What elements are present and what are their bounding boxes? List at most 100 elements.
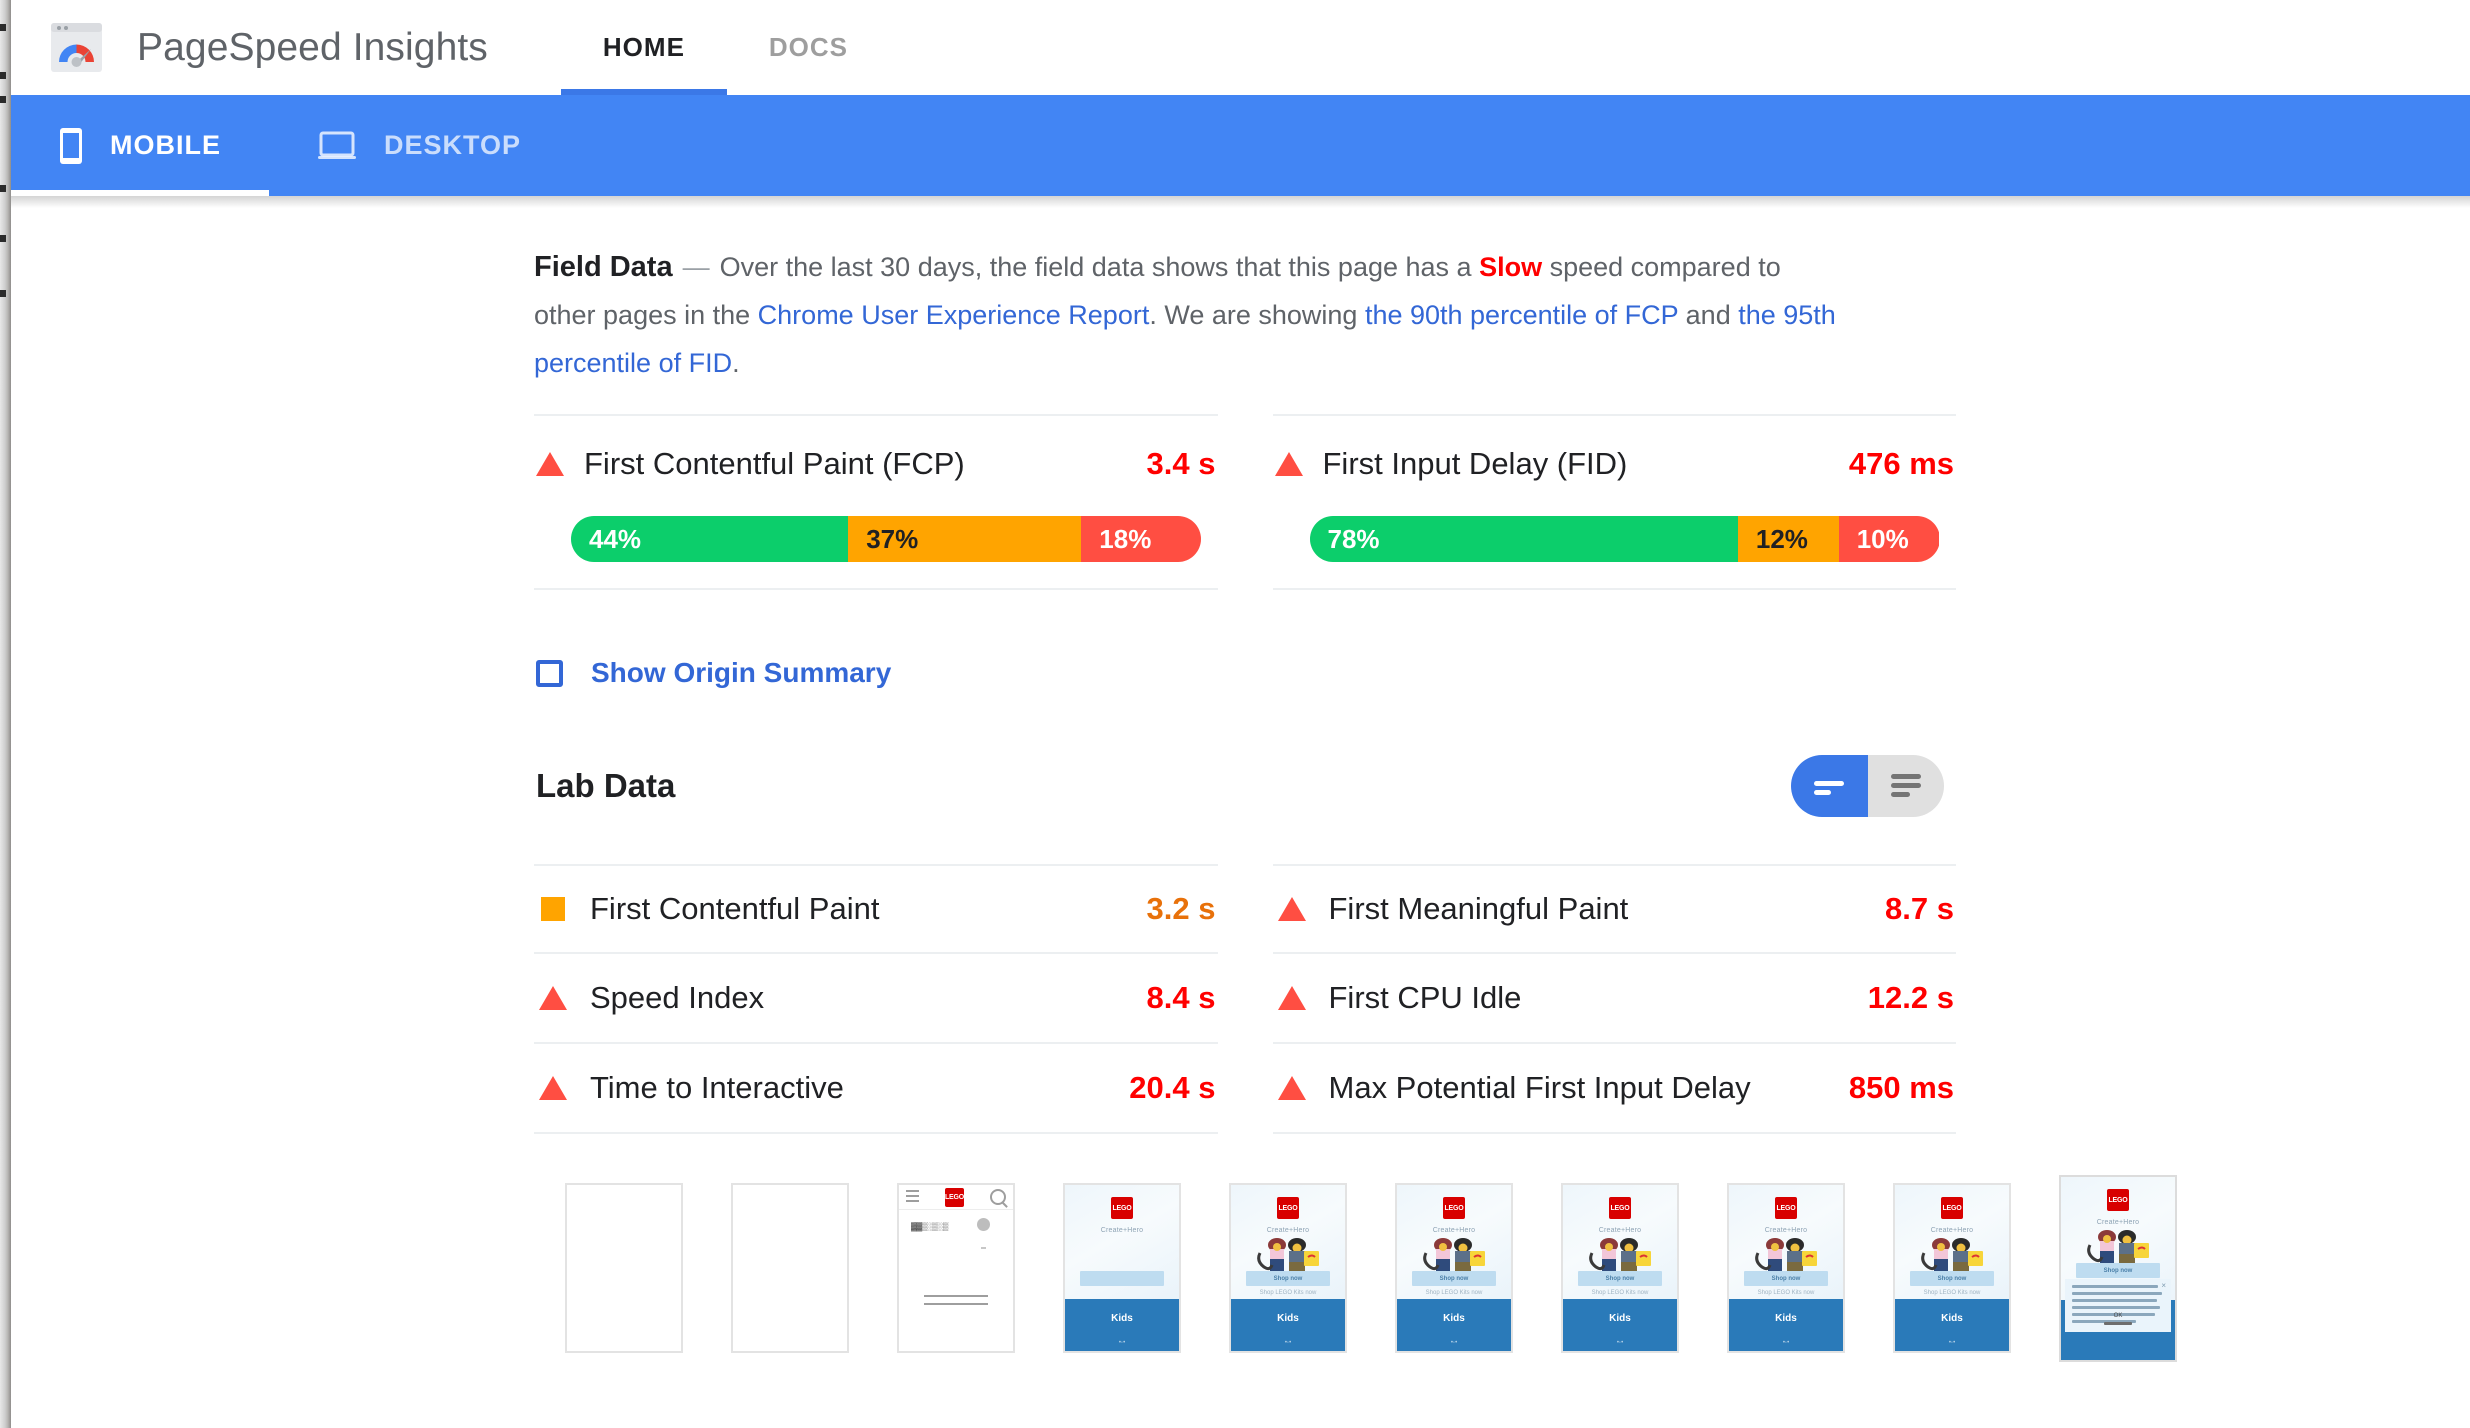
kids-label: Kids <box>1941 1313 1963 1324</box>
lego-logo-icon: LEGO <box>945 1187 964 1207</box>
lego-logo-icon: LEGO <box>1443 1197 1465 1219</box>
link-chrome-ux-report[interactable]: Chrome User Experience Report <box>758 300 1150 330</box>
fid-dist-good: 78% <box>1309 516 1738 562</box>
show-origin-summary-row[interactable]: Show Origin Summary <box>536 657 891 689</box>
laptop-icon <box>317 130 357 162</box>
tab-mobile-label: MOBILE <box>110 130 221 160</box>
warning-triangle-icon <box>536 452 564 476</box>
lab-data-title: Lab Data <box>536 767 676 804</box>
unchecked-checkbox-icon[interactable] <box>536 659 563 687</box>
lab-metric-value: 8.4 s <box>1146 980 1216 1015</box>
fid-dist-average: 12% <box>1737 516 1839 562</box>
filmstrip-frame[interactable]: LEGO Create+Hero <box>1727 1183 1845 1353</box>
fid-distribution-bar: 78% 12% 10% <box>1309 516 1940 562</box>
kids-section: Kids •◦• <box>1729 1299 1843 1351</box>
fcp-dist-good: 44% <box>571 516 849 562</box>
lab-metric-name: First Contentful Paint <box>590 891 880 926</box>
lab-metric-first-contentful-paint[interactable]: First Contentful Paint 3.2 s <box>534 864 1218 954</box>
kids-label: Kids <box>1277 1313 1299 1324</box>
device-tab-bar: MOBILE DESKTOP <box>11 95 2470 196</box>
lab-metric-time-to-interactive[interactable]: Time to Interactive 20.4 s <box>534 1044 1218 1134</box>
lab-metric-name: First Meaningful Paint <box>1328 891 1629 926</box>
kids-label: Kids <box>1443 1313 1465 1324</box>
hamburger-menu-icon <box>906 1189 919 1205</box>
filmstrip-frame[interactable]: LEGO Create+Hero <box>1893 1183 2011 1353</box>
hero-cta-button: Shop now <box>1744 1271 1828 1286</box>
kids-label: Kids <box>1111 1313 1133 1324</box>
field-metric-fid-value: 476 ms <box>1848 446 1954 481</box>
lab-metric-name: Speed Index <box>590 980 765 1015</box>
field-data-verdict: Slow <box>1479 252 1543 282</box>
kids-section: Kids •◦• <box>1397 1299 1511 1351</box>
kids-footer: •◦• <box>1284 1340 1292 1346</box>
lab-metric-name: First CPU Idle <box>1328 980 1522 1015</box>
warning-triangle-icon <box>1274 452 1303 476</box>
kids-footer: •◦• <box>1118 1340 1126 1346</box>
hero-cta-button: Shop now <box>1910 1271 1994 1286</box>
list-view-icon[interactable] <box>1867 755 1944 817</box>
lab-metric-speed-index[interactable]: Speed Index 8.4 s <box>534 954 1218 1044</box>
tab-home[interactable]: HOME <box>560 0 727 95</box>
warning-triangle-icon <box>1275 897 1309 921</box>
tab-docs[interactable]: DOCS <box>727 0 890 95</box>
brand[interactable]: PageSpeed Insights <box>48 19 488 76</box>
page-left-edge <box>0 0 11 1428</box>
filmstrip-frame[interactable]: LEGO Create+Hero <box>1561 1183 1679 1353</box>
close-icon[interactable]: × <box>2161 1282 2166 1290</box>
app-header: PageSpeed Insights HOME DOCS <box>11 0 2470 95</box>
cookie-accept-label[interactable]: OK <box>2114 1313 2123 1319</box>
kids-footer: •◦• <box>1616 1340 1624 1346</box>
lab-metric-value: 12.2 s <box>1867 980 1954 1015</box>
hero-note: Shop LEGO Kits now <box>1757 1290 1815 1296</box>
lab-metric-first-cpu-idle[interactable]: First CPU Idle 12.2 s <box>1272 954 1956 1044</box>
lab-metric-value: 850 ms <box>1848 1070 1954 1105</box>
filmstrip-frame[interactable] <box>731 1183 849 1353</box>
hero-cta-button: Shop now <box>2076 1263 2160 1278</box>
hero-cta-button: Shop now <box>1412 1271 1496 1286</box>
placeholder-dot <box>981 1247 986 1249</box>
warning-triangle-icon <box>1275 986 1309 1010</box>
tab-mobile[interactable]: MOBILE <box>11 95 269 196</box>
compact-view-icon[interactable] <box>1791 755 1868 817</box>
filmstrip-frame[interactable]: LEGO Create+Hero <box>1229 1183 1347 1353</box>
filmstrip-frame[interactable]: LEGO Create+Hero Kids •◦• <box>1063 1183 1181 1353</box>
hero-cta-button <box>1080 1271 1164 1286</box>
screenshot-filmstrip: LEGO ▓▓▒░▒░▒ LEGO Create+Hero Kids •◦• L… <box>565 1175 2177 1362</box>
field-metric-fid: First Input Delay (FID) 476 ms 78% 12% 1… <box>1272 414 1956 590</box>
cookie-consent-banner[interactable]: × OK <box>2065 1279 2171 1332</box>
hero-note: Shop LEGO Kits now <box>1923 1290 1981 1296</box>
lab-metrics-right-column: First Meaningful Paint 8.7 s First CPU I… <box>1272 864 1956 1134</box>
pagespeed-gauge-logo-icon <box>48 19 105 76</box>
show-origin-summary-label: Show Origin Summary <box>591 657 892 688</box>
lab-metrics-grid: First Contentful Paint 3.2 s Speed Index… <box>534 864 1956 1134</box>
field-metric-fid-name: First Input Delay (FID) <box>1322 446 1628 481</box>
hero-subtitle: Create+Hero <box>1432 1227 1476 1234</box>
lab-metric-first-meaningful-paint[interactable]: First Meaningful Paint 8.7 s <box>1272 864 1956 954</box>
hero-subtitle: Create+Hero <box>1266 1227 1310 1234</box>
hero-subtitle: Create+Hero <box>1100 1227 1144 1234</box>
fid-dist-slow: 10% <box>1838 516 1940 562</box>
kids-section: Kids •◦• <box>1231 1299 1345 1351</box>
warning-triangle-icon <box>536 1076 570 1100</box>
filmstrip-frame[interactable]: LEGO Create+Hero <box>1395 1183 1513 1353</box>
lab-view-toggle[interactable] <box>1791 755 1944 817</box>
tab-desktop[interactable]: DESKTOP <box>269 95 569 196</box>
warning-triangle-icon <box>536 986 570 1010</box>
link-90th-percentile-fcp[interactable]: the 90th percentile of FCP <box>1365 300 1678 330</box>
hero-cta-button: Shop now <box>1578 1271 1662 1286</box>
kids-label: Kids <box>1609 1313 1631 1324</box>
hero-note <box>1121 1290 1123 1296</box>
lego-logo-icon: LEGO <box>1111 1197 1133 1219</box>
filmstrip-frame[interactable]: LEGO Create+Hero <box>2059 1175 2177 1362</box>
search-icon <box>990 1189 1006 1205</box>
lab-metric-name: Max Potential First Input Delay <box>1328 1070 1751 1105</box>
lab-metric-max-potential-fid[interactable]: Max Potential First Input Delay 850 ms <box>1272 1044 1956 1134</box>
cookie-accept-button[interactable] <box>2104 1322 2132 1325</box>
filmstrip-frame[interactable]: LEGO ▓▓▒░▒░▒ <box>897 1183 1015 1353</box>
field-data-text-1: Over the last 30 days, the field data sh… <box>719 252 1480 282</box>
filmstrip-frame[interactable] <box>565 1183 683 1353</box>
lego-logo-icon: LEGO <box>1941 1197 1963 1219</box>
lab-data-header: Lab Data <box>534 755 1956 817</box>
main-content: Field Data — Over the last 30 days, the fi… <box>11 208 2470 1428</box>
kids-section: Kids •◦• <box>1065 1299 1179 1351</box>
